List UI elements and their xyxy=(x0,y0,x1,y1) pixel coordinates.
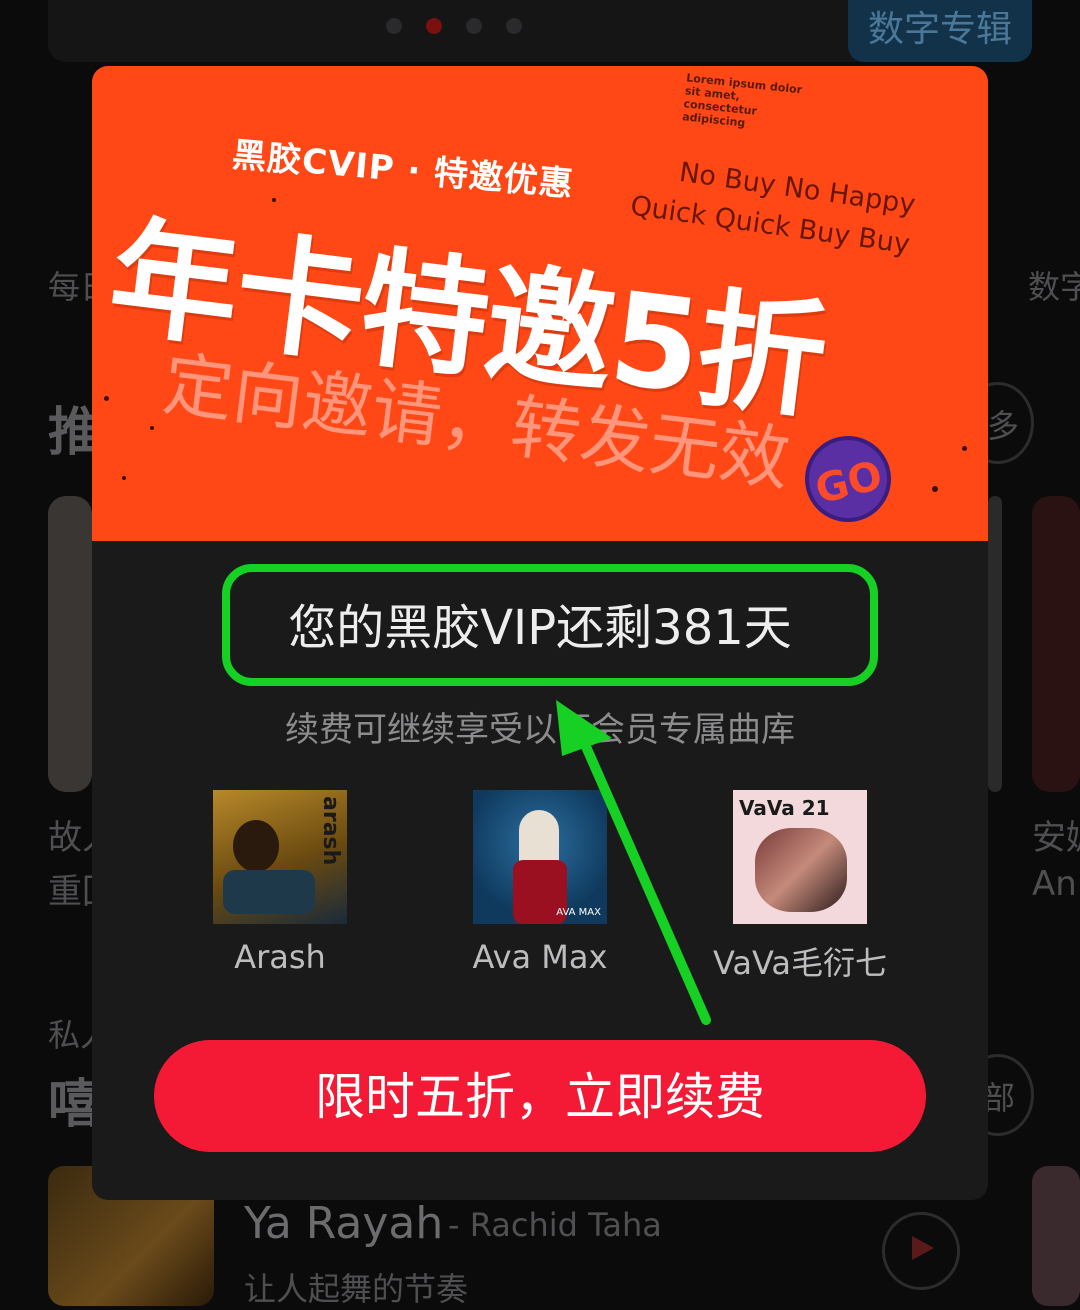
artist-item-vava[interactable]: VaVa 21 VaVa毛衍七 xyxy=(700,790,900,984)
section-title-recommend: 推荐 xyxy=(48,403,92,463)
song-description: 让人起舞的节奏 xyxy=(244,1270,469,1308)
texture-speck xyxy=(932,486,938,492)
card-right-title: 安妮 xyxy=(1032,818,1080,858)
promo-banner[interactable]: Lorem ipsum dolor sit amet, consectetur … xyxy=(92,66,988,541)
artist-item-ava-max[interactable]: AVA MAX Ava Max xyxy=(440,790,640,976)
texture-speck xyxy=(962,446,967,451)
texture-speck xyxy=(150,426,154,430)
more-label: 多 xyxy=(987,407,1020,445)
cover-figure xyxy=(233,820,279,872)
playlist-card-right[interactable] xyxy=(1032,496,1080,792)
play-icon xyxy=(912,1236,934,1260)
cover-text: AVA MAX xyxy=(556,907,601,918)
pagination-dot xyxy=(386,18,402,34)
pagination-dot xyxy=(506,18,522,34)
texture-speck xyxy=(104,396,109,401)
song-title[interactable]: Ya Rayah xyxy=(244,1198,443,1249)
cover-text: VaVa 21 xyxy=(739,796,830,820)
promo-small-print: Lorem ipsum dolor sit amet, consectetur … xyxy=(681,71,803,130)
pagination-dot-active xyxy=(426,18,442,34)
digital-album-tag[interactable]: 数字专辑 xyxy=(847,0,1032,62)
cover-text: arash xyxy=(318,796,343,866)
artist-name[interactable]: Arash xyxy=(180,938,380,976)
playlist-card-mid[interactable] xyxy=(988,496,1002,792)
texture-speck xyxy=(272,198,276,202)
digital-label[interactable]: 数字 xyxy=(1028,262,1080,308)
banner-pagination xyxy=(386,18,522,34)
card-right-subtitle: An xyxy=(1032,864,1077,904)
annotation-highlight-box xyxy=(222,564,878,686)
artist-cover[interactable]: AVA MAX xyxy=(473,790,607,924)
artist-cover[interactable]: VaVa 21 xyxy=(733,790,867,924)
section-label-private: 私人 xyxy=(48,1016,92,1054)
artist-name[interactable]: VaVa毛衍七 xyxy=(700,938,900,984)
song-thumbnail-right[interactable] xyxy=(1032,1166,1080,1306)
artist-name[interactable]: Ava Max xyxy=(440,938,640,976)
playlist-card-left[interactable] xyxy=(48,496,92,792)
song-artist[interactable]: - Rachid Taha xyxy=(448,1206,662,1244)
card-left-subtitle: 重回 xyxy=(48,872,92,912)
renew-now-button[interactable]: 限时五折，立即续费 xyxy=(154,1040,926,1152)
artist-cover[interactable]: arash xyxy=(213,790,347,924)
cover-figure xyxy=(755,828,847,912)
texture-speck xyxy=(122,476,126,480)
artist-item-arash[interactable]: arash Arash xyxy=(180,790,380,976)
cover-figure xyxy=(223,870,315,914)
section-title-hiphop: 嘻哈 xyxy=(48,1075,92,1135)
renewal-benefit-note: 续费可继续享受以下会员专属曲库 xyxy=(285,710,795,750)
card-left-title: 故人 xyxy=(48,818,92,858)
pagination-dot xyxy=(466,18,482,34)
play-button[interactable] xyxy=(882,1212,960,1290)
daily-label[interactable]: 每日 xyxy=(48,262,92,308)
